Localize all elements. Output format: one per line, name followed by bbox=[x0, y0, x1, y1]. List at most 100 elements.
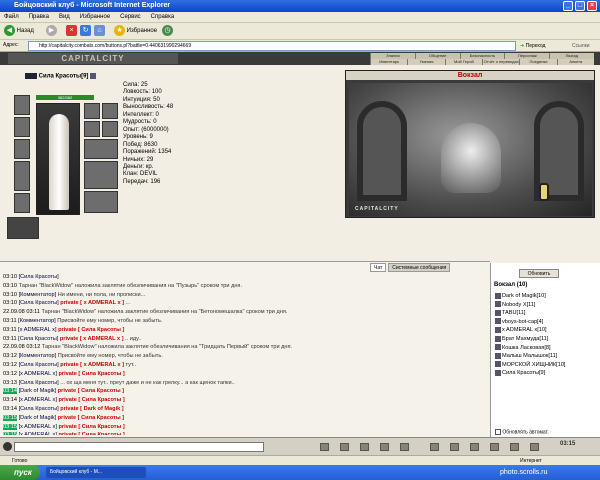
back-button[interactable]: ◀ Назад bbox=[4, 25, 34, 38]
auto-update-checkbox[interactable] bbox=[495, 429, 501, 435]
stop-button[interactable]: × bbox=[66, 25, 77, 38]
message-nick[interactable]: [x ADMERAL x] bbox=[18, 327, 56, 333]
weapon-slot[interactable] bbox=[14, 139, 30, 159]
message-time[interactable]: 03:14 bbox=[3, 397, 17, 403]
message-private[interactable]: private [ Сила Красоты ] bbox=[58, 432, 124, 435]
message-private[interactable]: private [ Сила Красоты ] bbox=[58, 424, 124, 430]
message-private[interactable]: private [ Сила Красоты ] bbox=[58, 388, 124, 394]
user-icon[interactable] bbox=[495, 335, 501, 342]
volume-button[interactable] bbox=[470, 443, 479, 451]
message-time[interactable]: 03:10 bbox=[3, 292, 17, 298]
message-time[interactable]: 03:10 bbox=[3, 300, 17, 306]
auto-update-toggle[interactable]: Обновлять автомат. bbox=[495, 429, 549, 435]
online-user[interactable]: x ADMERAL x[10] bbox=[495, 326, 547, 334]
guard-npc[interactable] bbox=[441, 123, 501, 193]
message-time[interactable]: 22.09.08 03:12 bbox=[3, 344, 40, 350]
user-icon[interactable] bbox=[495, 318, 501, 325]
sound-button[interactable] bbox=[490, 443, 499, 451]
boots-slot[interactable] bbox=[84, 191, 118, 213]
smiles-button[interactable] bbox=[360, 443, 369, 451]
help-button[interactable] bbox=[510, 443, 519, 451]
message-nick[interactable]: [x ADMERAL x] bbox=[19, 371, 57, 377]
message-nick[interactable]: [Сила Красоты] bbox=[19, 380, 59, 386]
nav-my-hero[interactable]: Мой Герой bbox=[444, 59, 482, 65]
start-button[interactable]: пуск bbox=[0, 465, 40, 480]
gloves-slot[interactable] bbox=[84, 139, 118, 159]
nav-skills[interactable]: Умения bbox=[407, 59, 444, 65]
message-private[interactable]: private [ Сила Красоты ] bbox=[58, 327, 124, 333]
menu-view[interactable]: Вид bbox=[55, 12, 74, 23]
menu-favorites[interactable]: Избранное bbox=[76, 12, 114, 23]
message-private[interactable]: private [ Сила Красоты ] bbox=[58, 371, 124, 377]
chat-mode-icon[interactable] bbox=[3, 442, 12, 451]
message-private[interactable]: private [ x ADMERAL x ] bbox=[60, 300, 124, 306]
translit-button[interactable] bbox=[380, 443, 389, 451]
user-icon[interactable] bbox=[495, 361, 501, 368]
online-user[interactable]: Dark of Magik[10] bbox=[495, 292, 546, 300]
scroll-button[interactable] bbox=[430, 443, 439, 451]
message-time[interactable]: 03:10 bbox=[3, 274, 17, 280]
message-time[interactable]: 03:12 bbox=[3, 353, 17, 359]
message-private[interactable]: private [ Сила Красоты ] bbox=[58, 415, 124, 421]
menu-help[interactable]: Справка bbox=[147, 12, 179, 23]
message-nick[interactable]: [x ADMERAL x] bbox=[19, 432, 57, 435]
user-icon[interactable] bbox=[495, 301, 501, 308]
nav-profile[interactable]: Анкета bbox=[556, 59, 594, 65]
info-icon[interactable] bbox=[90, 73, 97, 79]
menu-file[interactable]: Файл bbox=[0, 12, 23, 23]
online-user[interactable]: TABU[11] bbox=[495, 309, 525, 317]
refresh-button[interactable]: ↻ bbox=[80, 25, 91, 38]
pet-slot[interactable] bbox=[7, 217, 39, 239]
settings-button[interactable] bbox=[450, 443, 459, 451]
message-private[interactable]: private [ x ADMERAL x ] bbox=[60, 336, 124, 342]
nav-inventory[interactable]: Инвентарь bbox=[370, 59, 407, 65]
refresh-online-button[interactable]: Обновить bbox=[519, 269, 559, 278]
helmet-slot[interactable] bbox=[14, 95, 30, 115]
tab-chat[interactable]: Чат bbox=[370, 263, 387, 272]
go-button[interactable]: ➜ Переход bbox=[520, 41, 545, 51]
user-icon[interactable] bbox=[495, 292, 501, 299]
earring-slot[interactable] bbox=[84, 103, 100, 119]
exit-button[interactable] bbox=[530, 443, 539, 451]
message-nick[interactable]: [Комментатор] bbox=[19, 292, 57, 298]
message-time[interactable]: 22.09.08 03:11 bbox=[3, 309, 40, 315]
user-icon[interactable] bbox=[495, 369, 501, 376]
message-nick[interactable]: [Сила Красоты] bbox=[19, 300, 59, 306]
links-button[interactable]: Ссылки bbox=[572, 41, 590, 51]
message-nick[interactable]: [Сила Красоты] bbox=[19, 274, 59, 280]
message-time[interactable]: 03:14 bbox=[3, 388, 17, 395]
message-private[interactable]: private [ Сила Красоты ] bbox=[58, 397, 124, 403]
address-input[interactable]: http://capitalcity.combats.com/buttons.p… bbox=[28, 41, 516, 51]
message-nick[interactable]: [Комментатор] bbox=[18, 318, 56, 324]
close-button[interactable]: × bbox=[587, 1, 597, 11]
message-time[interactable]: 03:12 bbox=[3, 362, 17, 368]
message-private[interactable]: private [ x ADMERAL x ] bbox=[60, 362, 124, 368]
taskbar-item-browser[interactable]: Бойцовский клуб - M... bbox=[46, 467, 146, 478]
message-time[interactable]: 03:11 bbox=[3, 318, 17, 324]
send-button[interactable] bbox=[320, 443, 329, 451]
shield-slot[interactable] bbox=[84, 161, 118, 189]
nav-transfers[interactable]: Отчёт о переводах bbox=[481, 59, 519, 65]
minimize-button[interactable]: _ bbox=[563, 1, 573, 11]
belt-slot[interactable] bbox=[14, 193, 30, 213]
message-time[interactable]: 03:15 bbox=[3, 423, 17, 430]
message-nick[interactable]: [Dark of Magik] bbox=[19, 415, 57, 421]
maximize-button[interactable]: □ bbox=[575, 1, 585, 11]
ring-slot-2[interactable] bbox=[84, 121, 100, 137]
message-nick[interactable]: [x ADMERAL x] bbox=[19, 397, 57, 403]
favorites-button[interactable]: ★ Избранное bbox=[114, 25, 157, 38]
message-nick[interactable]: [Сила Красоты] bbox=[18, 336, 58, 342]
armor-slot[interactable] bbox=[14, 161, 30, 191]
history-button[interactable]: ◷ bbox=[162, 25, 173, 38]
online-user[interactable]: Брат Махмуда[11] bbox=[495, 335, 548, 343]
user-icon[interactable] bbox=[495, 309, 501, 316]
online-user[interactable]: Кошка Ласковая[8] bbox=[495, 344, 551, 352]
user-icon[interactable] bbox=[495, 326, 501, 333]
user-icon[interactable] bbox=[495, 352, 501, 359]
amulet-slot[interactable] bbox=[14, 117, 30, 137]
tab-system-messages[interactable]: Системные сообщения bbox=[388, 263, 451, 272]
message-nick[interactable]: [Сила Красоты] bbox=[19, 406, 59, 412]
message-time[interactable]: 03:11 bbox=[3, 336, 17, 342]
menu-edit[interactable]: Правка bbox=[25, 12, 53, 23]
message-time[interactable]: 03:11 bbox=[3, 327, 17, 333]
